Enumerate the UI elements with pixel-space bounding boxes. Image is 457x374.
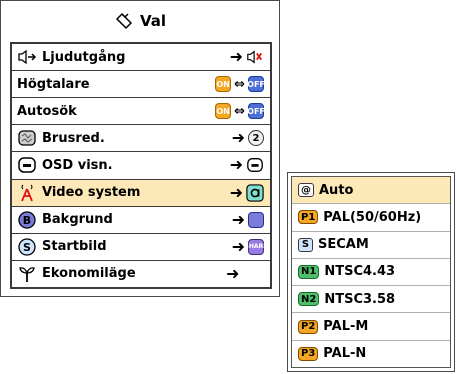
menu-item-label: Video system: [42, 185, 141, 201]
sparkle-icon: [115, 12, 133, 30]
p2-icon: P2: [298, 319, 319, 334]
arrow-right-icon: ➜: [231, 128, 245, 148]
speaker-red-icon: [247, 50, 263, 64]
menu-item-label: Ljudutgång: [42, 49, 126, 65]
arrow-right-icon: ➜: [226, 263, 240, 283]
p3-icon: P3: [298, 346, 319, 361]
arrow-right-icon: ➜: [231, 209, 245, 229]
s-icon: S: [298, 237, 313, 252]
sharp-logo-icon: SHARP: [245, 238, 268, 255]
swap-arrows-icon: ⇔: [234, 103, 245, 119]
menu-item-label: Brusred.: [42, 130, 105, 146]
b-icon: B: [18, 211, 36, 229]
option-ntsc358[interactable]: N2 NTSC3.58: [292, 286, 450, 314]
option-label: Auto: [319, 182, 354, 198]
option-secam[interactable]: S SECAM: [292, 232, 450, 259]
option-label: PAL-M: [323, 319, 369, 335]
noise-level-badge: 2: [248, 130, 264, 147]
option-pal-n[interactable]: P3 PAL-N: [292, 341, 450, 367]
menu-title: Val: [139, 12, 167, 30]
menu-item-label: Högtalare: [17, 76, 90, 92]
osd-icon: [18, 157, 36, 174]
menu-item-ekonomilage[interactable]: Ekonomiläge ➜: [12, 261, 270, 287]
auto-icon: [246, 183, 264, 202]
arrow-right-icon: ➜: [231, 236, 245, 256]
on-toggle-icon[interactable]: ON: [215, 103, 232, 120]
background-icon: [248, 211, 264, 228]
menu-item-hogtalare[interactable]: Högtalare ON ⇔ OFF: [12, 71, 270, 99]
menu-item-startbild[interactable]: S Startbild ➜ SHARP: [12, 234, 270, 261]
noise-icon: [18, 130, 36, 147]
menu-item-label: Startbild: [42, 239, 107, 255]
osd-icon: [247, 158, 263, 173]
menu-item-autosok[interactable]: Autosök ON ⇔ OFF: [12, 98, 270, 126]
option-label: PAL(50/60Hz): [323, 209, 422, 225]
svg-text:B: B: [23, 214, 31, 227]
video-system-submenu: @ Auto P1 PAL(50/60Hz) S SECAM N1 NTSC4.…: [287, 172, 455, 372]
n2-icon: N2: [298, 292, 320, 307]
menu-item-label: Bakgrund: [42, 212, 113, 228]
option-pal-m[interactable]: P2 PAL-M: [292, 313, 450, 341]
arrow-right-icon: ➜: [229, 182, 243, 202]
svg-text:S: S: [23, 241, 31, 254]
menu-item-label: OSD visn.: [42, 157, 113, 173]
menu-list: Ljudutgång ➜ Högtalare ON ⇔ OFF Autosök …: [10, 42, 272, 289]
option-pal-50-60hz[interactable]: P1 PAL(50/60Hz): [292, 204, 450, 232]
menu-item-ljudutgang[interactable]: Ljudutgång ➜: [12, 44, 270, 72]
menu-item-brusred[interactable]: Brusred. ➜ 2: [12, 125, 270, 153]
on-toggle-icon[interactable]: ON: [215, 76, 232, 93]
menu-item-label: Autosök: [17, 103, 77, 119]
menu-item-osd-visn[interactable]: OSD visn. ➜: [12, 152, 270, 180]
off-toggle-icon[interactable]: OFF: [247, 103, 265, 120]
p1-icon: P1: [298, 210, 319, 225]
options-menu-panel: Val Ljudutgång ➜ Högtalare ON ⇔ OFF Auto…: [0, 0, 280, 297]
option-ntsc443[interactable]: N1 NTSC4.43: [292, 259, 450, 287]
menu-item-video-system[interactable]: Video system ➜: [12, 179, 270, 207]
menu-header: Val: [1, 1, 279, 41]
antenna-icon: [21, 184, 33, 201]
swap-arrows-icon: ⇔: [234, 76, 245, 92]
sprout-icon: [19, 267, 35, 282]
menu-item-label: Ekonomiläge: [42, 266, 136, 282]
s-icon: S: [18, 238, 36, 256]
n1-icon: N1: [298, 264, 320, 279]
auto-icon: @: [298, 183, 314, 198]
speaker-arrow-icon: [18, 49, 37, 65]
option-label: SECAM: [318, 237, 369, 253]
option-label: NTSC4.43: [324, 264, 396, 280]
option-label: NTSC3.58: [324, 291, 396, 307]
arrow-right-icon: ➜: [229, 47, 243, 67]
option-label: PAL-N: [323, 346, 367, 362]
arrow-right-icon: ➜: [229, 155, 243, 175]
option-auto[interactable]: @ Auto: [292, 177, 450, 205]
off-toggle-icon[interactable]: OFF: [247, 76, 265, 93]
video-system-options: @ Auto P1 PAL(50/60Hz) S SECAM N1 NTSC4.…: [291, 176, 451, 368]
menu-item-bakgrund[interactable]: B Bakgrund ➜: [12, 207, 270, 234]
